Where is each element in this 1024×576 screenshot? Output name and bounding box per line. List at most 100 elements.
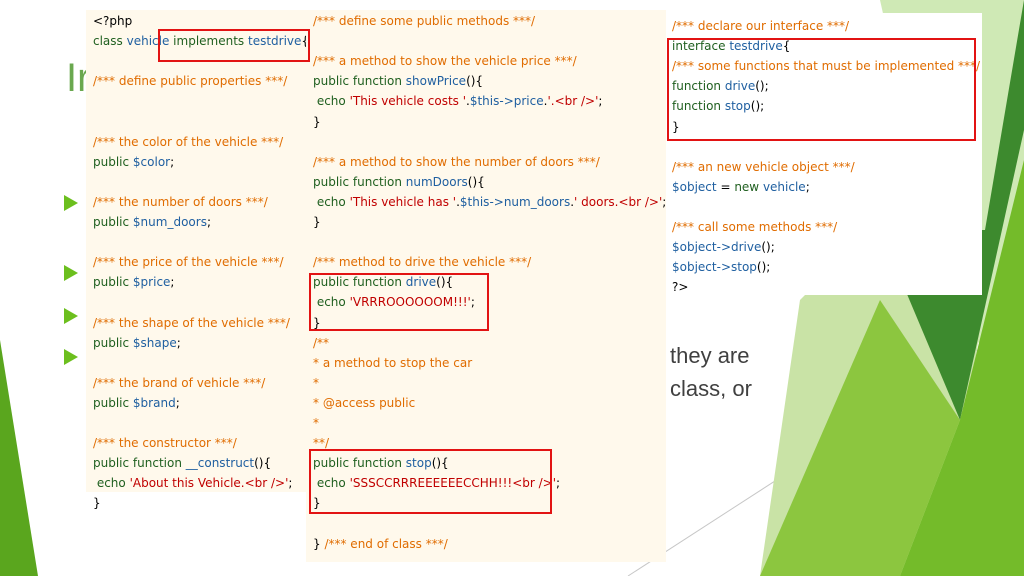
code-token: __construct bbox=[185, 456, 255, 471]
code-line: echo 'About this Vehicle.<br />'; bbox=[93, 475, 293, 491]
code-token: /** bbox=[313, 335, 330, 350]
code-token: ; bbox=[206, 215, 211, 229]
code-token: ; bbox=[176, 335, 181, 350]
code-line: } bbox=[313, 114, 321, 130]
code-token: /*** the brand of vehicle ***/ bbox=[93, 375, 266, 390]
code-token: public bbox=[93, 154, 133, 169]
code-line: /*** the number of doors ***/ bbox=[93, 194, 268, 210]
code-token: * bbox=[313, 416, 319, 430]
code-token: ; bbox=[175, 395, 180, 410]
code-line: /*** define some public methods ***/ bbox=[313, 13, 535, 29]
code-token: showPrice bbox=[405, 74, 467, 89]
code-token: /*** the color of the vehicle ***/ bbox=[93, 134, 284, 149]
code-line: <?php bbox=[93, 13, 132, 29]
code-token: /*** define public properties ***/ bbox=[93, 74, 288, 89]
code-token: $object->stop bbox=[672, 260, 757, 275]
code-line: $object->stop(); bbox=[672, 259, 770, 275]
code-token: /*** the number of doors ***/ bbox=[93, 194, 268, 209]
code-token: '.<br />' bbox=[547, 94, 599, 109]
code-token: 'This vehicle costs ' bbox=[349, 94, 467, 109]
code-token: ; bbox=[170, 154, 175, 169]
code-line: public $price; bbox=[93, 274, 174, 290]
code-token: public function bbox=[313, 174, 406, 189]
code-line: /*** a method to show the vehicle price … bbox=[313, 53, 577, 69]
code-token: $price bbox=[132, 275, 171, 290]
highlight-box-implements bbox=[158, 29, 310, 62]
code-line: /*** call some methods ***/ bbox=[672, 219, 837, 235]
slide-body-text: class, or bbox=[670, 376, 752, 401]
code-token: $shape bbox=[132, 335, 177, 350]
highlight-box-drive-method bbox=[309, 273, 489, 331]
code-token: ; bbox=[288, 476, 293, 491]
code-token: 'This vehicle has ' bbox=[349, 194, 457, 209]
code-token: $this->num_doors bbox=[459, 194, 571, 209]
code-token: (); bbox=[756, 260, 771, 275]
code-token: $object->drive bbox=[672, 240, 762, 255]
code-line: /*** the color of the vehicle ***/ bbox=[93, 134, 283, 150]
code-token: ; bbox=[170, 275, 175, 290]
code-line: /*** define public properties ***/ bbox=[93, 73, 287, 89]
code-token: (){ bbox=[467, 174, 485, 189]
code-line: $object->drive(); bbox=[672, 239, 775, 255]
code-line: /*** the price of the vehicle ***/ bbox=[93, 254, 284, 270]
bullet-icon bbox=[64, 265, 78, 281]
code-token: ?> bbox=[672, 280, 689, 295]
code-line: echo 'This vehicle costs '.$this->price.… bbox=[313, 93, 603, 109]
code-line: * @access public bbox=[313, 395, 415, 411]
highlight-box-stop-method bbox=[309, 449, 552, 514]
code-token: } bbox=[313, 536, 325, 551]
code-token: $brand bbox=[132, 395, 176, 410]
code-line: /*** the shape of the vehicle ***/ bbox=[93, 315, 290, 331]
code-token: numDoors bbox=[405, 174, 468, 189]
code-token: /*** method to drive the vehicle ***/ bbox=[313, 255, 532, 270]
code-token: (){ bbox=[466, 74, 484, 89]
code-token: (); bbox=[761, 240, 775, 255]
code-line: public $num_doors; bbox=[93, 214, 211, 230]
code-token: (){ bbox=[254, 456, 272, 471]
code-line: public $shape; bbox=[93, 335, 181, 351]
code-line: /*** a method to show the number of door… bbox=[313, 154, 600, 170]
code-token: /*** a method to show the vehicle price … bbox=[313, 54, 577, 69]
code-token: $this->price bbox=[469, 94, 544, 109]
code-line: /*** the brand of vehicle ***/ bbox=[93, 375, 265, 391]
code-line: * bbox=[313, 375, 319, 391]
code-token: * @access public bbox=[313, 395, 416, 410]
code-token: /*** the shape of the vehicle ***/ bbox=[93, 315, 290, 330]
code-line: public $color; bbox=[93, 154, 174, 170]
code-line: /*** method to drive the vehicle ***/ bbox=[313, 254, 531, 270]
code-line: /*** the constructor ***/ bbox=[93, 435, 237, 451]
code-token: vehicle bbox=[762, 179, 806, 194]
code-token: * bbox=[313, 375, 319, 390]
code-token: } bbox=[313, 114, 321, 129]
code-token: ; bbox=[805, 179, 810, 194]
code-token: echo bbox=[313, 94, 350, 109]
code-token: <?php bbox=[93, 14, 133, 28]
code-panel-class-properties: <?phpclass vehicle implements testdrive{… bbox=[86, 10, 309, 510]
code-token: **/ bbox=[313, 436, 330, 451]
code-token: echo bbox=[93, 476, 130, 491]
code-token: public bbox=[93, 395, 133, 410]
slide-body-text: they are bbox=[670, 343, 750, 368]
code-token: /*** declare our interface ***/ bbox=[672, 19, 850, 33]
code-line: * a method to stop the car bbox=[313, 355, 472, 371]
code-token: } bbox=[93, 496, 101, 511]
code-token: public function bbox=[313, 74, 406, 89]
code-token: public bbox=[93, 275, 133, 290]
code-line: public function __construct(){ bbox=[93, 455, 271, 471]
code-token: ' doors.<br />' bbox=[574, 194, 663, 209]
left-accent-shape bbox=[0, 340, 38, 576]
code-token: /*** end of class ***/ bbox=[324, 536, 448, 551]
code-line: } /*** end of class ***/ bbox=[313, 536, 448, 552]
code-token: /*** the price of the vehicle ***/ bbox=[93, 255, 284, 270]
code-token: $num_doors bbox=[132, 215, 207, 229]
code-line: public function showPrice(){ bbox=[313, 73, 483, 89]
code-token: ; bbox=[556, 476, 561, 491]
code-token: = bbox=[716, 179, 735, 194]
code-line: * bbox=[313, 415, 319, 431]
code-token: /*** define some public methods ***/ bbox=[313, 14, 536, 28]
code-line: /*** an new vehicle object ***/ bbox=[672, 159, 855, 175]
highlight-box-interface bbox=[667, 38, 976, 141]
bullet-icon bbox=[64, 349, 78, 365]
code-token: new bbox=[734, 179, 763, 194]
code-line: } bbox=[93, 495, 101, 511]
